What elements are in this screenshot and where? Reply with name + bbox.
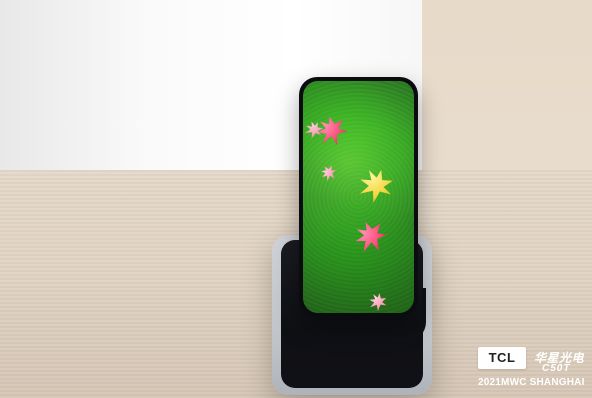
phone-screen (303, 81, 414, 313)
tcl-logo: TCL (488, 350, 516, 365)
photo-scene: TCL 华星光电 C50T 2021MWC SHANGHAI (0, 0, 592, 398)
model-text: C50T (542, 363, 571, 374)
moss-texture (303, 81, 414, 313)
tcl-watermark: TCL 华星光电 C50T 2021MWC SHANGHAI (478, 347, 592, 395)
event-text: 2021MWC SHANGHAI (478, 377, 585, 388)
background-wall-right (422, 0, 592, 170)
